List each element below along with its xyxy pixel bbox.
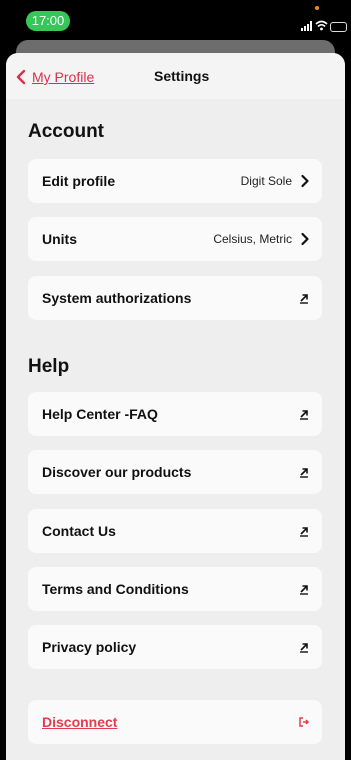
external-link-icon: [300, 468, 308, 478]
list-item-label: Privacy policy: [42, 639, 137, 655]
signal-icon: [301, 21, 312, 31]
external-link-icon: [300, 585, 308, 595]
nav-bar: My Profile Settings: [6, 53, 345, 99]
wifi-icon: [315, 20, 328, 31]
discover-products-item[interactable]: Discover our products: [28, 450, 322, 494]
recording-dot: [315, 6, 319, 10]
external-link-icon: [300, 410, 308, 420]
section-title-account: Account: [28, 121, 104, 142]
back-button-label: My Profile: [32, 69, 95, 85]
battery-icon: [330, 22, 347, 32]
list-item-label: Terms and Conditions: [42, 581, 189, 597]
disconnect-label: Disconnect: [42, 714, 118, 730]
back-button[interactable]: My Profile: [14, 67, 94, 87]
units-item[interactable]: Units Celsius, Metric: [28, 217, 322, 261]
list-item-label: System authorizations: [42, 290, 192, 306]
status-time: 17:00: [26, 11, 70, 31]
external-link-icon: [300, 643, 308, 653]
list-item-value: Celsius, Metric: [213, 232, 292, 246]
help-center-item[interactable]: Help Center -FAQ: [28, 392, 322, 436]
list-item-label: Help Center -FAQ: [42, 406, 158, 422]
privacy-policy-item[interactable]: Privacy policy: [28, 625, 322, 669]
list-item-value: Digit Sole: [240, 174, 292, 188]
logout-icon: [299, 717, 310, 727]
chevron-right-icon: [301, 232, 309, 246]
chevron-right-icon: [301, 174, 309, 188]
system-authorizations-item[interactable]: System authorizations: [28, 276, 322, 320]
external-link-icon: [300, 527, 308, 537]
status-bar: 17:00: [0, 0, 351, 36]
contact-us-item[interactable]: Contact Us: [28, 509, 322, 553]
page-title: Settings: [154, 68, 210, 84]
section-title-help: Help: [28, 356, 70, 377]
terms-item[interactable]: Terms and Conditions: [28, 567, 322, 611]
chevron-left-icon: [16, 69, 26, 85]
list-item-label: Edit profile: [42, 173, 116, 189]
disconnect-button[interactable]: Disconnect: [28, 700, 322, 744]
list-item-label: Units: [42, 231, 77, 247]
list-item-label: Contact Us: [42, 523, 116, 539]
external-link-icon: [300, 294, 308, 304]
edit-profile-item[interactable]: Edit profile Digit Sole: [28, 159, 322, 203]
list-item-label: Discover our products: [42, 464, 192, 480]
